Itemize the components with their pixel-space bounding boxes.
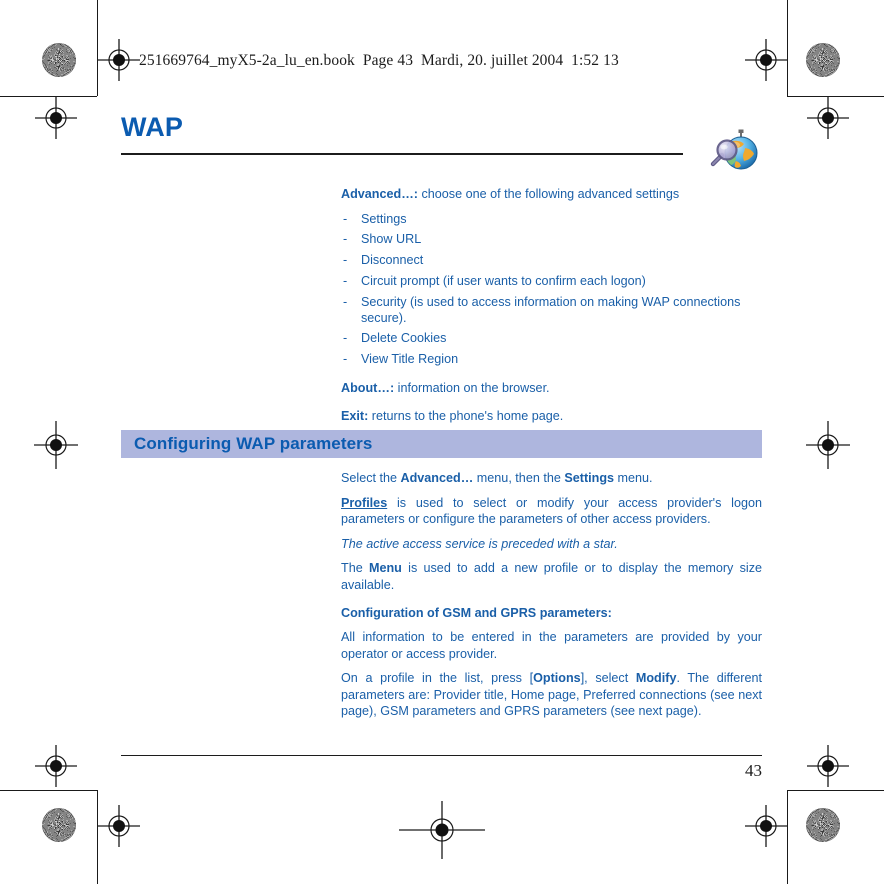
- list-item[interactable]: - Disconnect: [341, 252, 762, 268]
- list-item[interactable]: - Settings: [341, 211, 762, 227]
- paragraph-profiles: Profiles is used to select or modify you…: [341, 495, 762, 527]
- list-item[interactable]: - Delete Cookies: [341, 330, 762, 346]
- dash-bullet-icon: -: [343, 294, 348, 309]
- list-item[interactable]: - Circuit prompt (if user wants to confir…: [341, 273, 762, 289]
- title-divider: [121, 153, 683, 155]
- list-item-label: Settings: [361, 211, 407, 226]
- list-item-label: Delete Cookies: [361, 331, 447, 346]
- list-item-label: Security (is used to access information …: [361, 294, 741, 325]
- dash-bullet-icon: -: [343, 232, 348, 247]
- dash-bullet-icon: -: [343, 273, 348, 288]
- list-item[interactable]: - Security (is used to access information…: [341, 294, 762, 326]
- p7-part-c: ], select: [580, 671, 636, 686]
- about-label: About…:: [341, 381, 395, 396]
- advanced-lead-rest: choose one of the following advanced set…: [417, 187, 680, 201]
- paragraph-select-advanced: Select the Advanced… menu, then the Sett…: [341, 470, 762, 486]
- about-rest: information on the browser.: [394, 381, 550, 396]
- p4-part-a: The: [341, 561, 369, 576]
- advanced-menu-section: Advanced…: choose one of the following a…: [341, 186, 762, 424]
- options-key-ref: Options: [533, 671, 581, 686]
- section-title: Configuring WAP parameters: [134, 434, 373, 453]
- footer-divider: [121, 755, 762, 756]
- paragraph-active-service-note: The active access service is preceded wi…: [341, 536, 618, 551]
- p2-rest: is used to select or modify your access …: [341, 495, 762, 526]
- manual-page: 251669764_myX5-2a_lu_en.book Page 43 Mar…: [0, 0, 884, 884]
- dash-bullet-icon: -: [343, 211, 348, 226]
- exit-rest: returns to the phone's home page.: [368, 408, 564, 423]
- list-item-label: Disconnect: [361, 253, 424, 268]
- paragraph-menu: The Menu is used to add a new profile or…: [341, 560, 762, 592]
- list-item[interactable]: - View Title Region: [341, 351, 762, 367]
- advanced-lead-paragraph: Advanced…: choose one of the following a…: [341, 186, 762, 202]
- advanced-options-list: - Settings - Show URL - Disconnect - Circuit…: [341, 211, 762, 368]
- page-title: WAP: [121, 112, 184, 142]
- menu-ref: Menu: [368, 561, 402, 576]
- exit-paragraph: Exit: returns to the phone's home page.: [341, 408, 762, 424]
- list-item[interactable]: - Show URL: [341, 231, 762, 247]
- list-item-label: Show URL: [361, 232, 422, 247]
- list-item-label: Circuit prompt (if user wants to confirm…: [361, 273, 646, 288]
- globe-magnifier-icon: [700, 128, 762, 174]
- about-paragraph: About…: information on the browser.: [341, 380, 762, 396]
- settings-menu-ref: Settings: [564, 471, 615, 485]
- page-number: 43: [745, 761, 762, 780]
- p7-part-a: On a profile in the list, press [: [341, 671, 534, 686]
- subheading-gsm-gprs: Configuration of GSM and GPRS parameters…: [341, 605, 612, 620]
- p1-part-a: Select the: [341, 471, 401, 485]
- p4-part-c: is used to add a new profile or to displ…: [341, 561, 762, 592]
- dash-bullet-icon: -: [343, 352, 348, 367]
- configuring-wap-parameters-body: Select the Advanced… menu, then the Sett…: [341, 470, 762, 719]
- advanced-menu-ref: Advanced…: [400, 471, 474, 485]
- p1-part-c: menu, then the: [473, 471, 565, 485]
- list-item-label: View Title Region: [361, 352, 459, 367]
- section-banner: Configuring WAP parameters: [121, 430, 762, 458]
- p1-part-e: menu.: [614, 471, 653, 485]
- document-header-line: 251669764_myX5-2a_lu_en.book Page 43 Mar…: [139, 52, 619, 69]
- exit-label: Exit:: [341, 408, 369, 423]
- modify-ref: Modify: [635, 671, 677, 686]
- paragraph-modify-profile: On a profile in the list, press [Options…: [341, 670, 762, 719]
- paragraph-operator-info: All information to be entered in the par…: [341, 630, 762, 661]
- profiles-ref: Profiles: [341, 495, 388, 510]
- dash-bullet-icon: -: [343, 253, 348, 268]
- dash-bullet-icon: -: [343, 331, 348, 346]
- advanced-label: Advanced…:: [341, 187, 418, 201]
